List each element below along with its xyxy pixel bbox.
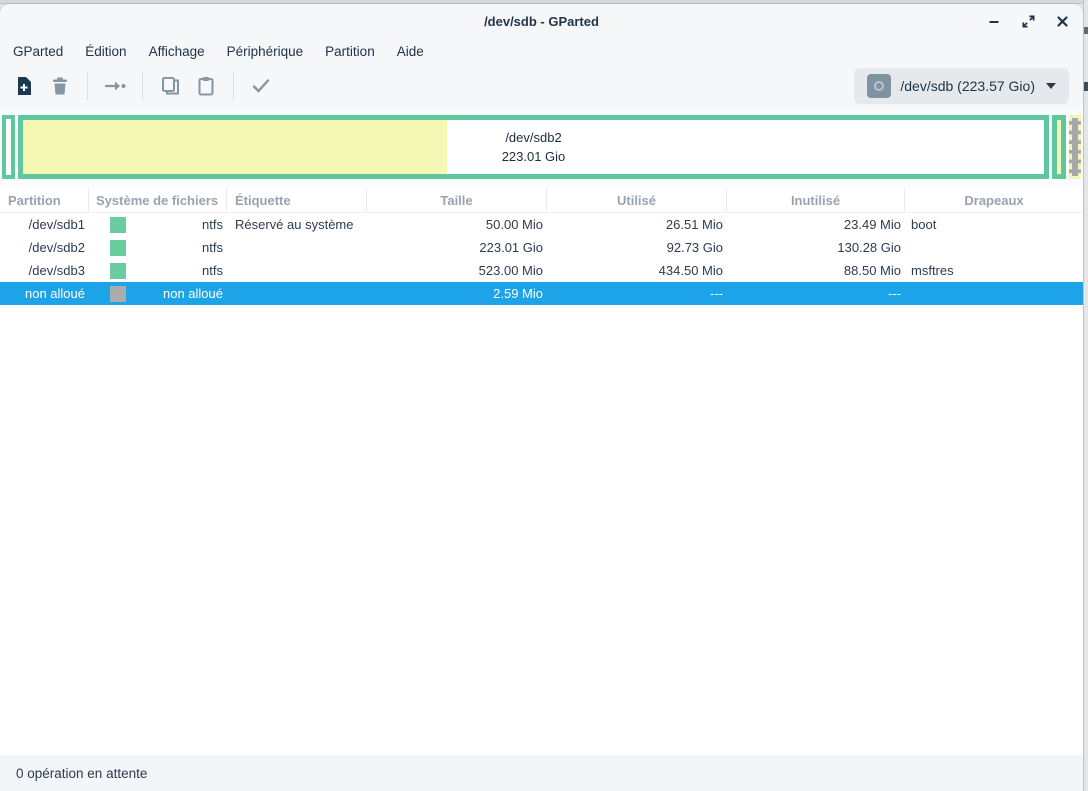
menubar: GPartedÉditionAffichagePériphériqueParti… [0, 38, 1083, 64]
apply-button[interactable] [243, 69, 279, 103]
menu-item-partition[interactable]: Partition [314, 41, 386, 62]
cell-size: 223.01 Gio [367, 240, 547, 255]
cell-filesystem: ntfs [89, 213, 227, 236]
table-empty-area [0, 305, 1083, 755]
filesystem-color-swatch [110, 240, 126, 256]
new-partition-button[interactable] [6, 69, 42, 103]
disk-segment-label: /dev/sdb2 223.01 Gio [23, 120, 1044, 174]
window-controls [985, 4, 1071, 38]
cell-partition: non alloué [0, 286, 89, 301]
cell-used: --- [547, 286, 727, 301]
cell-size: 2.59 Mio [367, 286, 547, 301]
filesystem-name: non alloué [163, 286, 227, 301]
column-header-partition[interactable]: Partition [0, 188, 89, 212]
cell-partition: /dev/sdb2 [0, 240, 89, 255]
column-header-flags[interactable]: Drapeaux [905, 188, 1083, 212]
column-header-used[interactable]: Utilisé [547, 188, 727, 212]
device-selector[interactable]: /dev/sdb (223.57 Gio) [854, 68, 1069, 104]
disk-segment-sdb1[interactable] [2, 115, 15, 179]
cell-size: 523.00 Mio [367, 263, 547, 278]
close-button[interactable] [1053, 12, 1071, 30]
resize-move-button[interactable] [97, 69, 133, 103]
minimize-button[interactable] [985, 12, 1003, 30]
disk-bar: /dev/sdb2 223.01 Gio [2, 115, 1081, 179]
menu-item-gparted[interactable]: GParted [2, 41, 74, 62]
background-window-fragment [1084, 82, 1088, 91]
device-selector-label: /dev/sdb (223.57 Gio) [900, 78, 1035, 94]
cell-filesystem: ntfs [89, 259, 227, 282]
trash-icon [51, 76, 69, 96]
menu-item-edition[interactable]: Édition [74, 41, 137, 62]
statusbar: 0 opération en attente [0, 755, 1083, 791]
copy-icon [161, 76, 180, 96]
close-icon [1056, 15, 1069, 28]
menu-item-peripherique[interactable]: Périphérique [216, 41, 315, 62]
titlebar[interactable]: /dev/sdb - GParted [0, 4, 1083, 38]
checkmark-icon [252, 78, 270, 94]
background-window-sliver [1083, 0, 1088, 791]
cell-unused: 23.49 Mio [727, 217, 905, 232]
segment-name: /dev/sdb2 [505, 128, 561, 147]
cell-unused: 88.50 Mio [727, 263, 905, 278]
toolbar-separator [87, 72, 88, 100]
background-window-fragment [1084, 27, 1088, 34]
minimize-icon [987, 14, 1001, 28]
cell-unused: --- [727, 286, 905, 301]
cell-partition: /dev/sdb1 [0, 217, 89, 232]
cell-used: 92.73 Gio [547, 240, 727, 255]
disk-segment-sdb2[interactable]: /dev/sdb2 223.01 Gio [18, 115, 1049, 179]
new-partition-icon [15, 76, 33, 96]
filesystem-name: ntfs [202, 217, 227, 232]
toolbar: /dev/sdb (223.57 Gio) [0, 64, 1083, 108]
cell-size: 50.00 Mio [367, 217, 547, 232]
disk-visual-area: /dev/sdb2 223.01 Gio [0, 108, 1083, 188]
filesystem-color-swatch [110, 286, 126, 302]
cell-unused: 130.28 Gio [727, 240, 905, 255]
column-header-filesystem[interactable]: Système de fichiers [89, 188, 227, 212]
column-header-size[interactable]: Taille [367, 188, 547, 212]
table-row--dev-sdb2[interactable]: /dev/sdb2 ntfs 223.01 Gio92.73 Gio130.28 G… [0, 236, 1083, 259]
cell-used: 26.51 Mio [547, 217, 727, 232]
cell-flags: boot [905, 217, 1083, 232]
filesystem-name: ntfs [202, 240, 227, 255]
table-row-non-allou-[interactable]: non allouénon alloué2.59 Mio------ [0, 282, 1083, 305]
hard-disk-icon [867, 74, 891, 98]
partition-table-body: /dev/sdb1ntfsRéservé au système50.00 Mio… [0, 213, 1083, 305]
paste-button[interactable] [188, 69, 224, 103]
cell-flags: msftres [905, 263, 1083, 278]
copy-button[interactable] [152, 69, 188, 103]
menu-item-aide[interactable]: Aide [386, 41, 435, 62]
menu-item-affichage[interactable]: Affichage [138, 41, 216, 62]
restore-button[interactable] [1019, 12, 1037, 30]
cell-partition: /dev/sdb3 [0, 263, 89, 278]
delete-partition-button[interactable] [42, 69, 78, 103]
disk-segment-unallocated-selected[interactable] [1069, 115, 1081, 179]
filesystem-color-swatch [110, 263, 126, 279]
window-title: /dev/sdb - GParted [484, 14, 599, 29]
table-row--dev-sdb3[interactable]: /dev/sdb3 ntfs 523.00 Mio434.50 Mio88.50 M… [0, 259, 1083, 282]
partition-table-header: Partition Système de fichiers Étiquette … [0, 188, 1083, 213]
cell-filesystem: ntfs [89, 236, 227, 259]
toolbar-separator [142, 72, 143, 100]
cell-filesystem: non alloué [89, 282, 227, 305]
column-header-label[interactable]: Étiquette [227, 188, 367, 212]
chevron-down-icon [1046, 83, 1056, 89]
toolbar-separator [233, 72, 234, 100]
cell-used: 434.50 Mio [547, 263, 727, 278]
pending-operations-text: 0 opération en attente [16, 766, 147, 781]
filesystem-name: ntfs [202, 263, 227, 278]
gparted-window: /dev/sdb - GParted [0, 4, 1083, 791]
cell-label: Réservé au système [227, 217, 367, 232]
filesystem-color-swatch [110, 217, 126, 233]
column-header-unused[interactable]: Inutilisé [727, 188, 905, 212]
paste-icon [197, 76, 215, 96]
table-row--dev-sdb1[interactable]: /dev/sdb1 ntfsRéservé au système50.00 Mio… [0, 213, 1083, 236]
restore-icon [1021, 14, 1036, 29]
resize-move-icon [104, 79, 126, 93]
segment-size: 223.01 Gio [502, 147, 566, 166]
disk-segment-sdb3[interactable] [1052, 115, 1066, 179]
